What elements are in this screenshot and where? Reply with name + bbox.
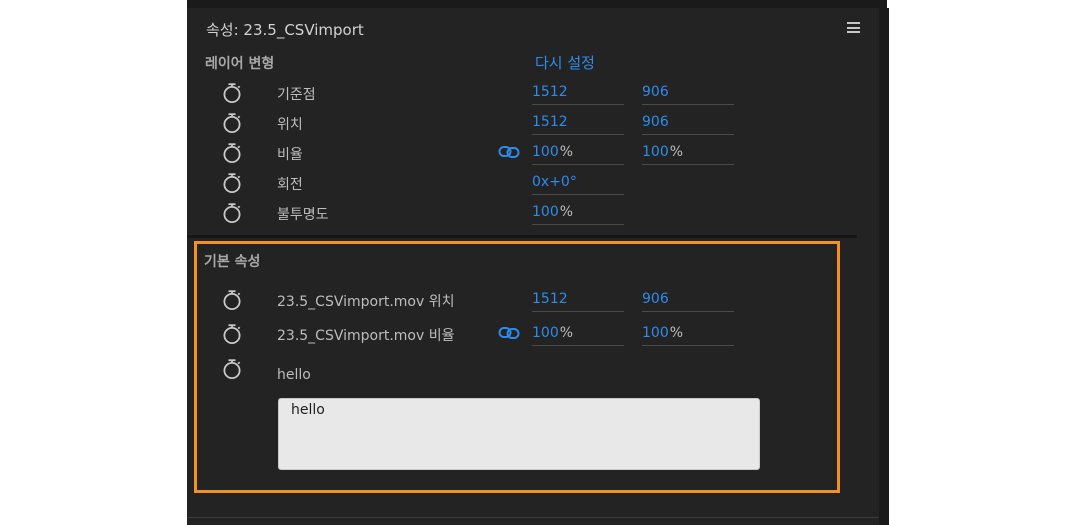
properties-panel: 속성: 23.5_CSVimport 레이어 변형 다시 설정 기준점 1512… (187, 0, 887, 525)
panel-top-bar (187, 0, 887, 8)
row-mov-position: 23.5_CSVimport.mov 위치 1512 906 (187, 287, 879, 315)
stopwatch-icon[interactable] (222, 142, 242, 164)
hamburger-menu-icon[interactable] (847, 22, 860, 33)
row-anchor-point: 기준점 1512 906 (187, 80, 879, 108)
section-title-layer-transform: 레이어 변형 (205, 56, 275, 72)
mov-scale-x-value[interactable]: 100% (532, 325, 624, 346)
section-divider (187, 235, 857, 238)
prop-label: 23.5_CSVimport.mov 위치 (277, 294, 455, 310)
anchor-x-value[interactable]: 1512 (532, 84, 624, 105)
stopwatch-icon[interactable] (222, 82, 242, 104)
row-opacity: 불투명도 100% (187, 200, 879, 228)
panel-title: 속성: 23.5_CSVimport (206, 21, 364, 39)
mov-position-y-value[interactable]: 906 (642, 291, 734, 312)
stopwatch-icon[interactable] (222, 172, 242, 194)
position-y-value[interactable]: 906 (642, 114, 734, 135)
position-x-value[interactable]: 1512 (532, 114, 624, 135)
mov-position-x-value[interactable]: 1512 (532, 291, 624, 312)
panel-header: 속성: 23.5_CSVimport (187, 8, 879, 48)
prop-label: 기준점 (277, 87, 316, 103)
link-icon[interactable] (498, 326, 520, 340)
prop-label: 위치 (277, 117, 303, 133)
stopwatch-icon[interactable] (222, 323, 242, 345)
prop-label: hello (277, 367, 311, 383)
anchor-y-value[interactable]: 906 (642, 84, 734, 105)
prop-label: 23.5_CSVimport.mov 비율 (277, 328, 455, 344)
prop-label: 비율 (277, 147, 303, 163)
scale-y-value[interactable]: 100% (642, 144, 734, 165)
row-mov-scale: 23.5_CSVimport.mov 비율 100% 100% (187, 321, 879, 349)
row-position: 위치 1512 906 (187, 110, 879, 138)
scale-x-value[interactable]: 100% (532, 144, 624, 165)
stopwatch-icon[interactable] (222, 112, 242, 134)
prop-label: 회전 (277, 177, 303, 193)
panel-bottom-rule (187, 517, 887, 518)
row-rotation: 회전 0x+0° (187, 170, 879, 198)
link-icon[interactable] (498, 145, 520, 159)
stopwatch-icon[interactable] (222, 358, 242, 380)
mov-scale-y-value[interactable]: 100% (642, 325, 734, 346)
text-input-area[interactable]: hello (278, 398, 760, 470)
panel-scroll-gutter[interactable] (879, 8, 889, 525)
row-text-property: hello (187, 355, 879, 383)
row-scale: 비율 100% 100% (187, 140, 879, 168)
stopwatch-icon[interactable] (222, 202, 242, 224)
opacity-value[interactable]: 100% (532, 204, 624, 225)
stopwatch-icon[interactable] (222, 289, 242, 311)
rotation-value[interactable]: 0x+0° (532, 174, 624, 195)
prop-label: 불투명도 (277, 207, 329, 223)
section-title-basic-properties: 기본 속성 (204, 254, 261, 270)
reset-button[interactable]: 다시 설정 (535, 52, 595, 73)
